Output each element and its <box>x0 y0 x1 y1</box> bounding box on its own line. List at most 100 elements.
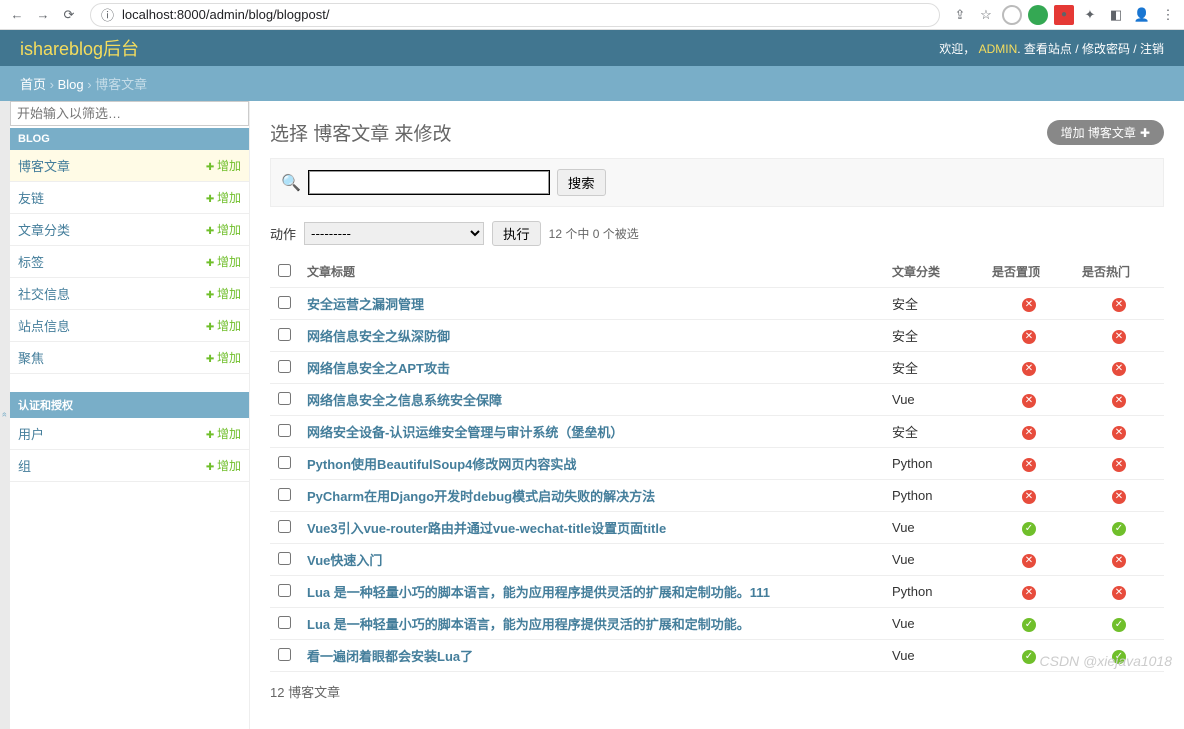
row-title-link[interactable]: 网络信息安全之纵深防御 <box>307 329 450 344</box>
sidebar-model-link[interactable]: 友链 <box>18 188 44 207</box>
watermark: CSDN @xiejava1018 <box>1040 653 1173 669</box>
sidebar-add-link[interactable]: 增加 <box>206 425 241 442</box>
share-icon[interactable]: ⇪ <box>950 5 970 25</box>
view-site-link[interactable]: 查看站点 <box>1024 42 1072 56</box>
row-checkbox[interactable] <box>278 456 291 469</box>
table-row: Vue3引入vue-router路由并通过vue-wechat-title设置页… <box>270 512 1164 544</box>
row-title-link[interactable]: 网络信息安全之信息系统安全保障 <box>307 393 502 408</box>
row-checkbox[interactable] <box>278 488 291 501</box>
sidebar-model-link[interactable]: 聚焦 <box>18 348 44 367</box>
reload-icon[interactable]: ⟳ <box>58 4 80 26</box>
badge-icon[interactable]: ● <box>1054 5 1074 25</box>
sidebar-add-link[interactable]: 增加 <box>206 189 241 206</box>
row-title-link[interactable]: PyCharm在用Django开发时debug模式启动失败的解决方法 <box>307 489 655 504</box>
row-checkbox[interactable] <box>278 392 291 405</box>
sidebar-model-link[interactable]: 标签 <box>18 252 44 271</box>
profile-icon[interactable]: 👤 <box>1132 5 1152 25</box>
table-row: Python使用BeautifulSoup4修改网页内容实战Python✕✕ <box>270 448 1164 480</box>
app-caption[interactable]: 认证和授权 <box>10 392 249 418</box>
row-title-link[interactable]: 安全运营之漏洞管理 <box>307 297 424 312</box>
no-icon: ✕ <box>1022 586 1036 600</box>
no-icon: ✕ <box>1022 458 1036 472</box>
row-title-link[interactable]: Lua 是一种轻量小巧的脚本语言，能为应用程序提供灵活的扩展和定制功能。111 <box>307 585 770 600</box>
sidebar-add-link[interactable]: 增加 <box>206 157 241 174</box>
sidebar-collapse-handle[interactable]: « <box>0 101 10 729</box>
table-row: 安全运营之漏洞管理安全✕✕ <box>270 288 1164 320</box>
site-brand[interactable]: ishareblog后台 <box>20 35 139 61</box>
col-category[interactable]: 文章分类 <box>884 256 984 288</box>
row-title-link[interactable]: Vue快速入门 <box>307 553 382 568</box>
breadcrumb-current: 博客文章 <box>95 77 147 92</box>
row-checkbox[interactable] <box>278 520 291 533</box>
sidebar-add-link[interactable]: 增加 <box>206 221 241 238</box>
go-button[interactable]: 执行 <box>492 221 541 246</box>
results-table: 文章标题 文章分类 是否置顶 是否热门 安全运营之漏洞管理安全✕✕网络信息安全之… <box>270 256 1164 672</box>
search-button[interactable]: 搜索 <box>557 169 606 196</box>
select-all-checkbox[interactable] <box>278 264 291 277</box>
sidebar-item: 文章分类 增加 <box>10 214 249 246</box>
logout-link[interactable]: 注销 <box>1140 42 1164 56</box>
col-title[interactable]: 文章标题 <box>299 256 884 288</box>
breadcrumb-app[interactable]: Blog <box>58 77 84 92</box>
app-caption[interactable]: BLOG <box>10 128 249 150</box>
col-top[interactable]: 是否置顶 <box>984 256 1074 288</box>
row-checkbox[interactable] <box>278 360 291 373</box>
circle-icon[interactable] <box>1002 5 1022 25</box>
row-title-link[interactable]: 网络安全设备-认识运维安全管理与审计系统（堡垒机） <box>307 425 623 440</box>
browser-toolbar: ← → ⟳ ⓘ localhost:8000/admin/blog/blogpo… <box>0 0 1184 30</box>
row-checkbox[interactable] <box>278 648 291 661</box>
change-password-link[interactable]: 修改密码 <box>1082 42 1130 56</box>
menu-icon[interactable]: ⋮ <box>1158 5 1178 25</box>
sidebar-add-link[interactable]: 增加 <box>206 457 241 474</box>
sidebar-item: 标签 增加 <box>10 246 249 278</box>
extensions-icon[interactable]: ✦ <box>1080 5 1100 25</box>
forward-icon[interactable]: → <box>32 4 54 26</box>
row-category: Vue <box>884 544 984 576</box>
add-blogpost-button[interactable]: 增加 博客文章✚ <box>1047 120 1164 145</box>
action-select[interactable]: --------- <box>304 222 484 245</box>
sidebar-add-link[interactable]: 增加 <box>206 285 241 302</box>
sidebar-add-link[interactable]: 增加 <box>206 317 241 334</box>
table-row: PyCharm在用Django开发时debug模式启动失败的解决方法Python… <box>270 480 1164 512</box>
row-category: 安全 <box>884 416 984 448</box>
url-bar[interactable]: ⓘ localhost:8000/admin/blog/blogpost/ <box>90 3 940 27</box>
row-checkbox[interactable] <box>278 552 291 565</box>
sidebar-model-link[interactable]: 文章分类 <box>18 220 70 239</box>
row-title-link[interactable]: 网络信息安全之APT攻击 <box>307 361 450 376</box>
row-category: Python <box>884 576 984 608</box>
welcome-text: 欢迎， <box>939 42 975 56</box>
row-checkbox[interactable] <box>278 424 291 437</box>
window-icon[interactable]: ◧ <box>1106 5 1126 25</box>
sidebar: BLOG博客文章增加友链增加文章分类增加标签增加社交信息增加站点信息增加聚焦增加… <box>10 101 250 729</box>
bookmark-icon[interactable]: ☆ <box>976 5 996 25</box>
row-title-link[interactable]: Lua 是一种轻量小巧的脚本语言，能为应用程序提供灵活的扩展和定制功能。 <box>307 617 750 632</box>
row-checkbox[interactable] <box>278 296 291 309</box>
sidebar-add-link[interactable]: 增加 <box>206 253 241 270</box>
row-title-link[interactable]: 看一遍闭着眼都会安装Lua了 <box>307 649 473 664</box>
row-title-link[interactable]: Python使用BeautifulSoup4修改网页内容实战 <box>307 457 576 472</box>
sidebar-filter-input[interactable] <box>10 101 249 126</box>
sidebar-model-link[interactable]: 用户 <box>18 424 44 443</box>
back-icon[interactable]: ← <box>6 4 28 26</box>
row-category: 安全 <box>884 352 984 384</box>
row-title-link[interactable]: Vue3引入vue-router路由并通过vue-wechat-title设置页… <box>307 521 666 536</box>
sidebar-model-link[interactable]: 站点信息 <box>18 316 70 335</box>
row-checkbox[interactable] <box>278 328 291 341</box>
sidebar-item: 用户 增加 <box>10 418 249 450</box>
yes-icon: ✓ <box>1022 522 1036 536</box>
row-category: Python <box>884 448 984 480</box>
row-checkbox[interactable] <box>278 616 291 629</box>
search-input[interactable] <box>309 171 549 194</box>
row-checkbox[interactable] <box>278 584 291 597</box>
sidebar-model-link[interactable]: 社交信息 <box>18 284 70 303</box>
no-icon: ✕ <box>1112 362 1126 376</box>
sidebar-add-link[interactable]: 增加 <box>206 349 241 366</box>
col-hot[interactable]: 是否热门 <box>1074 256 1164 288</box>
sidebar-model-link[interactable]: 博客文章 <box>18 156 70 175</box>
status-green-icon[interactable] <box>1028 5 1048 25</box>
row-category: Vue <box>884 512 984 544</box>
plus-icon: ✚ <box>1140 126 1150 140</box>
breadcrumb-home[interactable]: 首页 <box>20 77 46 92</box>
admin-link[interactable]: ADMIN <box>979 42 1018 56</box>
sidebar-model-link[interactable]: 组 <box>18 456 31 475</box>
